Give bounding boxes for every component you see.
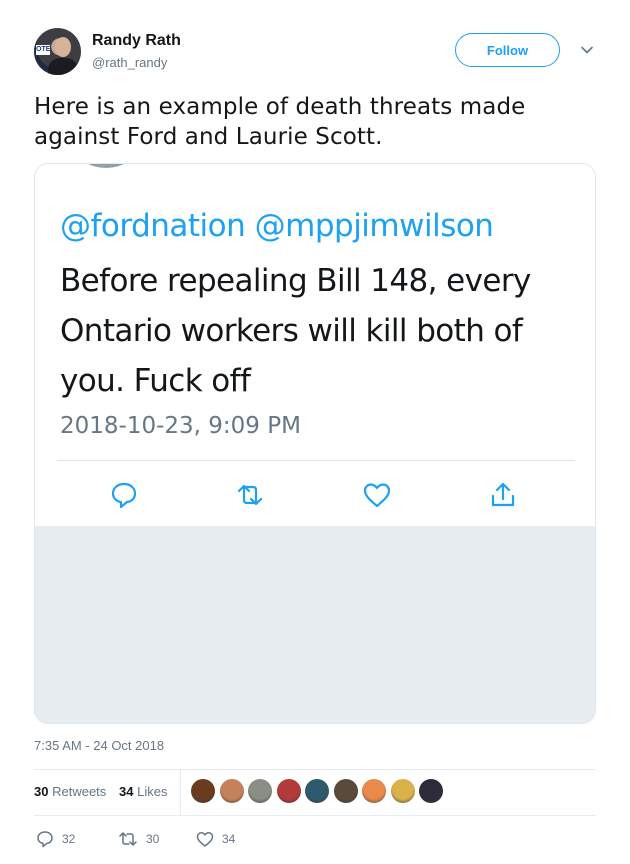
like-icon [363, 483, 391, 508]
tweet-stats: 30 Retweets 34 Likes [34, 770, 596, 815]
avatar-face [55, 37, 71, 57]
like-icon [196, 831, 214, 847]
liker-avatar[interactable] [248, 779, 272, 803]
reply-icon [111, 482, 137, 509]
likes-count: 34 [119, 784, 134, 799]
retweet-count: 30 [146, 832, 160, 846]
author-handle[interactable]: @rath_randy [92, 55, 167, 70]
retweets-stat[interactable]: 30 Retweets [34, 784, 106, 799]
retweet-button[interactable]: 30 [118, 828, 159, 850]
retweet-icon [119, 832, 137, 846]
tweet-media[interactable]: @fordnation @mppjimwilson Before repeali… [34, 163, 596, 724]
cropped-avatar [77, 164, 135, 168]
share-icon [491, 482, 515, 507]
author-avatar[interactable]: OTE [34, 28, 81, 75]
tweet-timestamp[interactable]: 7:35 AM - 24 Oct 2018 [34, 738, 164, 753]
tweet-header: OTE Randy Rath @rath_randy Follow [34, 28, 596, 78]
chevron-down-icon[interactable] [580, 43, 594, 57]
embedded-date: 2018-10-23, 9:09 PM [60, 413, 301, 439]
reply-button[interactable]: 32 [36, 828, 75, 850]
reply-count: 32 [62, 832, 76, 846]
liker-avatar[interactable] [191, 779, 215, 803]
avatar-sign: OTE [36, 45, 51, 55]
retweet-icon [237, 484, 263, 506]
liker-avatar[interactable] [305, 779, 329, 803]
liker-avatar[interactable] [333, 779, 358, 803]
embedded-body: Before repealing Bill 148, every Ontario… [60, 263, 531, 399]
likes-label: Likes [137, 784, 168, 799]
liker-avatar[interactable] [390, 779, 415, 803]
retweets-label: Retweets [52, 784, 107, 799]
embedded-divider [57, 460, 575, 461]
tweet-actions: 32 30 34 [34, 828, 596, 852]
liker-avatar[interactable] [276, 779, 301, 803]
likes-stat[interactable]: 34 Likes [119, 784, 167, 799]
liker-avatar[interactable] [419, 779, 443, 803]
reply-icon [37, 831, 53, 848]
embedded-mentions: @fordnation @mppjimwilson [60, 208, 494, 244]
embedded-actions [35, 480, 595, 510]
stats-separator [180, 770, 181, 815]
stats-divider-bottom [34, 815, 596, 816]
screenshot-image: @fordnation @mppjimwilson Before repeali… [35, 164, 595, 526]
like-button[interactable]: 34 [196, 828, 235, 850]
author-name[interactable]: Randy Rath [92, 32, 181, 50]
avatar-suit [48, 58, 78, 75]
follow-button[interactable]: Follow [455, 33, 560, 67]
liker-avatar[interactable] [219, 779, 244, 803]
tweet-text: Here is an example of death threats made… [34, 94, 526, 150]
retweets-count: 30 [34, 784, 49, 799]
like-count: 34 [222, 832, 236, 846]
liker-avatar[interactable] [362, 779, 386, 803]
